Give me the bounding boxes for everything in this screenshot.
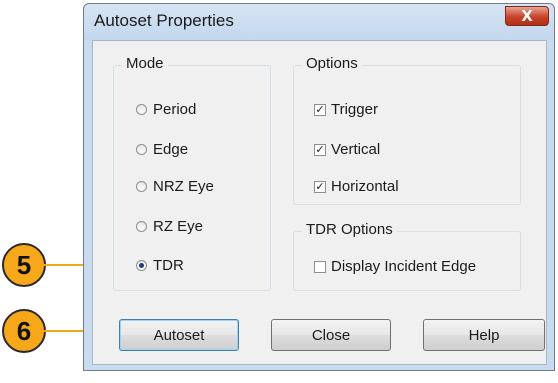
close-button[interactable]: Close (271, 319, 391, 351)
radio-button[interactable] (136, 104, 147, 115)
option-display-incident-edge[interactable]: Display Incident Edge (314, 258, 476, 275)
title-bar[interactable]: Autoset Properties X (84, 4, 554, 40)
close-button-label: Close (311, 326, 351, 344)
mode-option-label: NRZ Eye (153, 178, 214, 195)
callout-step-6: 6 (2, 309, 46, 353)
dialog-client-area: Mode Period Edge NRZ Eye RZ Eye TDR Opti… (92, 40, 547, 365)
option-horizontal[interactable]: ✓ Horizontal (314, 178, 399, 195)
option-label: Display Incident Edge (331, 258, 477, 275)
check-icon: ✓ (315, 180, 325, 193)
mode-group-label: Mode (122, 55, 168, 72)
autoset-button-label: Autoset (153, 326, 205, 344)
autoset-button[interactable]: Autoset (119, 319, 239, 351)
option-label: Trigger (331, 101, 378, 118)
check-icon: ✓ (315, 143, 325, 156)
checkbox[interactable] (314, 260, 326, 273)
option-label: Vertical (331, 141, 381, 158)
mode-option-tdr[interactable]: TDR (136, 257, 184, 274)
checkbox[interactable]: ✓ (314, 103, 326, 116)
tdr-options-group: TDR Options Display Incident Edge (293, 221, 521, 291)
checkbox[interactable]: ✓ (314, 143, 326, 156)
mode-option-nrz-eye[interactable]: NRZ Eye (136, 178, 214, 195)
option-label: Horizontal (331, 178, 399, 195)
mode-option-edge[interactable]: Edge (136, 141, 188, 158)
check-icon: ✓ (315, 103, 325, 116)
autoset-properties-dialog: Autoset Properties X Mode Period Edge NR… (83, 3, 555, 371)
radio-button[interactable] (136, 144, 147, 155)
mode-option-rz-eye[interactable]: RZ Eye (136, 218, 203, 235)
mode-option-label: TDR (153, 257, 184, 274)
radio-button-selected[interactable] (136, 260, 147, 271)
callout-step-5: 5 (2, 243, 46, 287)
option-vertical[interactable]: ✓ Vertical (314, 141, 380, 158)
close-window-button[interactable]: X (505, 6, 549, 26)
mode-option-period[interactable]: Period (136, 101, 196, 118)
mode-group: Mode Period Edge NRZ Eye RZ Eye TDR (113, 55, 271, 291)
options-group-label: Options (302, 55, 362, 72)
close-icon: X (521, 6, 533, 25)
radio-button[interactable] (136, 221, 147, 232)
mode-option-label: RZ Eye (153, 218, 204, 235)
help-button-label: Help (468, 326, 500, 344)
option-trigger[interactable]: ✓ Trigger (314, 101, 378, 118)
tdr-options-group-label: TDR Options (302, 221, 397, 238)
help-button[interactable]: Help (423, 319, 545, 351)
checkbox[interactable]: ✓ (314, 180, 326, 193)
options-group: Options ✓ Trigger ✓ Vertical ✓ Horizonta… (293, 55, 521, 205)
window-title: Autoset Properties (94, 11, 234, 30)
mode-option-label: Edge (153, 141, 189, 158)
mode-option-label: Period (153, 101, 197, 118)
radio-button[interactable] (136, 181, 147, 192)
